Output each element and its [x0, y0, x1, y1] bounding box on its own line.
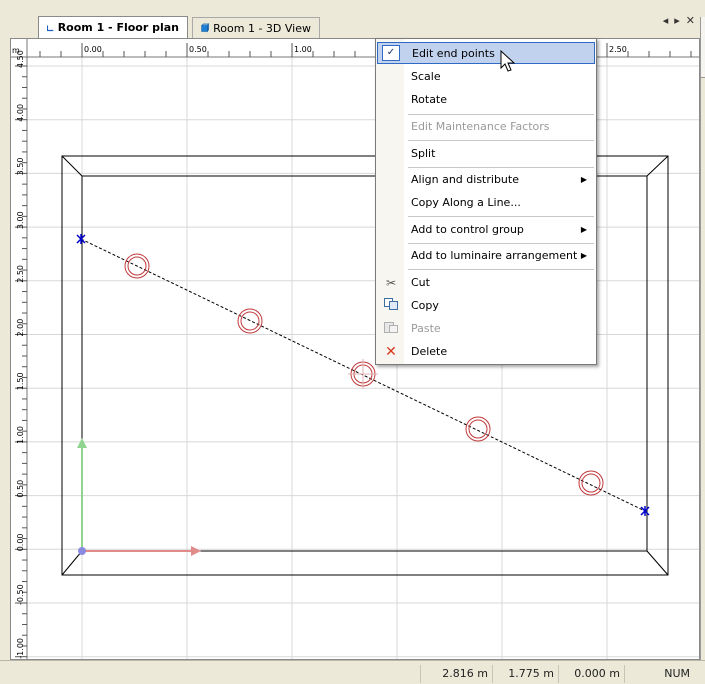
menu-item-split[interactable]: Split	[377, 143, 595, 165]
menu-item-scale[interactable]: Scale	[377, 66, 595, 88]
menu-item-label: Scale	[411, 70, 441, 83]
vertical-ruler	[11, 39, 27, 659]
tab-3d-view[interactable]: Room 1 - 3D View	[192, 17, 320, 38]
context-menu: ✓ Edit end points Scale Rotate Edit Main…	[375, 38, 597, 365]
ruler-x-label: 2.50	[609, 45, 627, 54]
grid	[27, 57, 699, 659]
menu-separator	[408, 243, 594, 244]
ruler-unit: m	[12, 46, 20, 55]
ruler-y-label: 4.00	[16, 104, 25, 122]
menu-item-label: Copy	[411, 299, 439, 312]
menu-item-label: Add to luminaire arrangement	[411, 249, 578, 262]
menu-separator	[408, 167, 594, 168]
status-x-coordinate: 2.816 m	[420, 665, 492, 683]
menu-item-cut[interactable]: ✂ Cut	[377, 272, 595, 294]
tab-controls: ◂ ▸ ✕	[663, 14, 695, 27]
tab-floor-plan[interactable]: Room 1 - Floor plan	[38, 16, 188, 38]
menu-item-align-and-distribute[interactable]: Align and distribute ▶	[377, 169, 595, 191]
menu-item-label: Delete	[411, 345, 448, 358]
menu-item-edit-maintenance-factors[interactable]: Edit Maintenance Factors	[377, 116, 595, 138]
menu-separator	[408, 269, 594, 270]
right-dock-strip[interactable]	[700, 17, 705, 660]
menu-item-label: Split	[411, 147, 436, 160]
menu-item-rotate[interactable]: Rotate	[377, 89, 595, 111]
paste-icon	[383, 318, 399, 340]
ruler-y-label: 2.50	[16, 265, 25, 283]
tab-3d-view-label: Room 1 - 3D View	[213, 21, 311, 35]
menu-separator	[408, 216, 594, 217]
status-z-coordinate: 0.000 m	[558, 665, 624, 683]
menu-item-label: Add to control group	[411, 223, 524, 236]
submenu-arrow-icon: ▶	[580, 175, 587, 184]
menu-separator	[408, 140, 594, 141]
dock-tab[interactable]	[701, 17, 705, 78]
tab-bar: Room 1 - Floor plan Room 1 - 3D View ◂ ▸…	[0, 0, 705, 38]
menu-separator	[408, 114, 594, 115]
menu-item-add-to-luminaire-arrangement[interactable]: Add to luminaire arrangement ▶	[377, 245, 595, 267]
luminaire-5[interactable]	[578, 470, 604, 496]
status-bar: 2.816 m 1.775 m 0.000 m NUM	[0, 660, 705, 684]
line-start-point[interactable]	[76, 234, 86, 244]
delete-icon: ✕	[385, 344, 397, 360]
tab-next-icon[interactable]: ▸	[674, 14, 680, 27]
menu-item-copy[interactable]: Copy	[377, 295, 595, 317]
ruler-y-label: 2.00	[16, 319, 25, 337]
ruler-y-label: -1.00	[16, 638, 25, 659]
checkmark-icon: ✓	[382, 45, 400, 61]
menu-item-delete[interactable]: ✕ Delete	[377, 341, 595, 363]
ruler-y-label: 0.00	[16, 533, 25, 551]
status-num-lock: NUM	[624, 665, 694, 683]
ruler-y-label: 1.50	[16, 372, 25, 390]
cube-icon	[201, 22, 210, 33]
ruler-y-label: 0.50	[16, 480, 25, 498]
ruler-y-label: 3.00	[16, 211, 25, 229]
ruler-x-label: 1.00	[294, 45, 312, 54]
menu-item-label: Edit end points	[412, 47, 495, 60]
submenu-arrow-icon: ▶	[580, 225, 587, 234]
ruler-x-label: 0.50	[189, 45, 207, 54]
floor-plan-icon	[47, 24, 54, 31]
status-y-coordinate: 1.775 m	[492, 665, 558, 683]
menu-item-label: Align and distribute	[411, 173, 519, 186]
line-end-point[interactable]	[640, 506, 650, 516]
copy-icon	[383, 295, 399, 317]
tab-floor-plan-label: Room 1 - Floor plan	[57, 21, 179, 34]
mouse-cursor-icon	[500, 50, 516, 72]
menu-item-label: Paste	[411, 322, 441, 335]
menu-item-label: Copy Along a Line...	[411, 196, 521, 209]
menu-item-copy-along-a-line[interactable]: Copy Along a Line...	[377, 192, 595, 214]
ruler-x-label: 0.00	[84, 45, 102, 54]
menu-item-paste[interactable]: Paste	[377, 318, 595, 340]
coordinate-axes	[77, 438, 201, 556]
ruler-y-label: 1.00	[16, 426, 25, 444]
menu-item-add-to-control-group[interactable]: Add to control group ▶	[377, 219, 595, 241]
tab-close-icon[interactable]: ✕	[686, 14, 695, 27]
menu-item-edit-end-points[interactable]: ✓ Edit end points	[377, 42, 595, 64]
submenu-arrow-icon: ▶	[580, 251, 587, 260]
luminaire-3[interactable]	[348, 359, 378, 389]
luminaire-4[interactable]	[465, 416, 491, 442]
menu-item-label: Cut	[411, 276, 430, 289]
scissors-icon: ✂	[385, 276, 397, 290]
ruler-y-label: 3.50	[16, 158, 25, 176]
ruler-y-label: -0.50	[16, 584, 25, 605]
tab-prev-icon[interactable]: ◂	[663, 14, 669, 27]
menu-item-label: Rotate	[411, 93, 448, 106]
menu-item-label: Edit Maintenance Factors	[411, 120, 550, 133]
